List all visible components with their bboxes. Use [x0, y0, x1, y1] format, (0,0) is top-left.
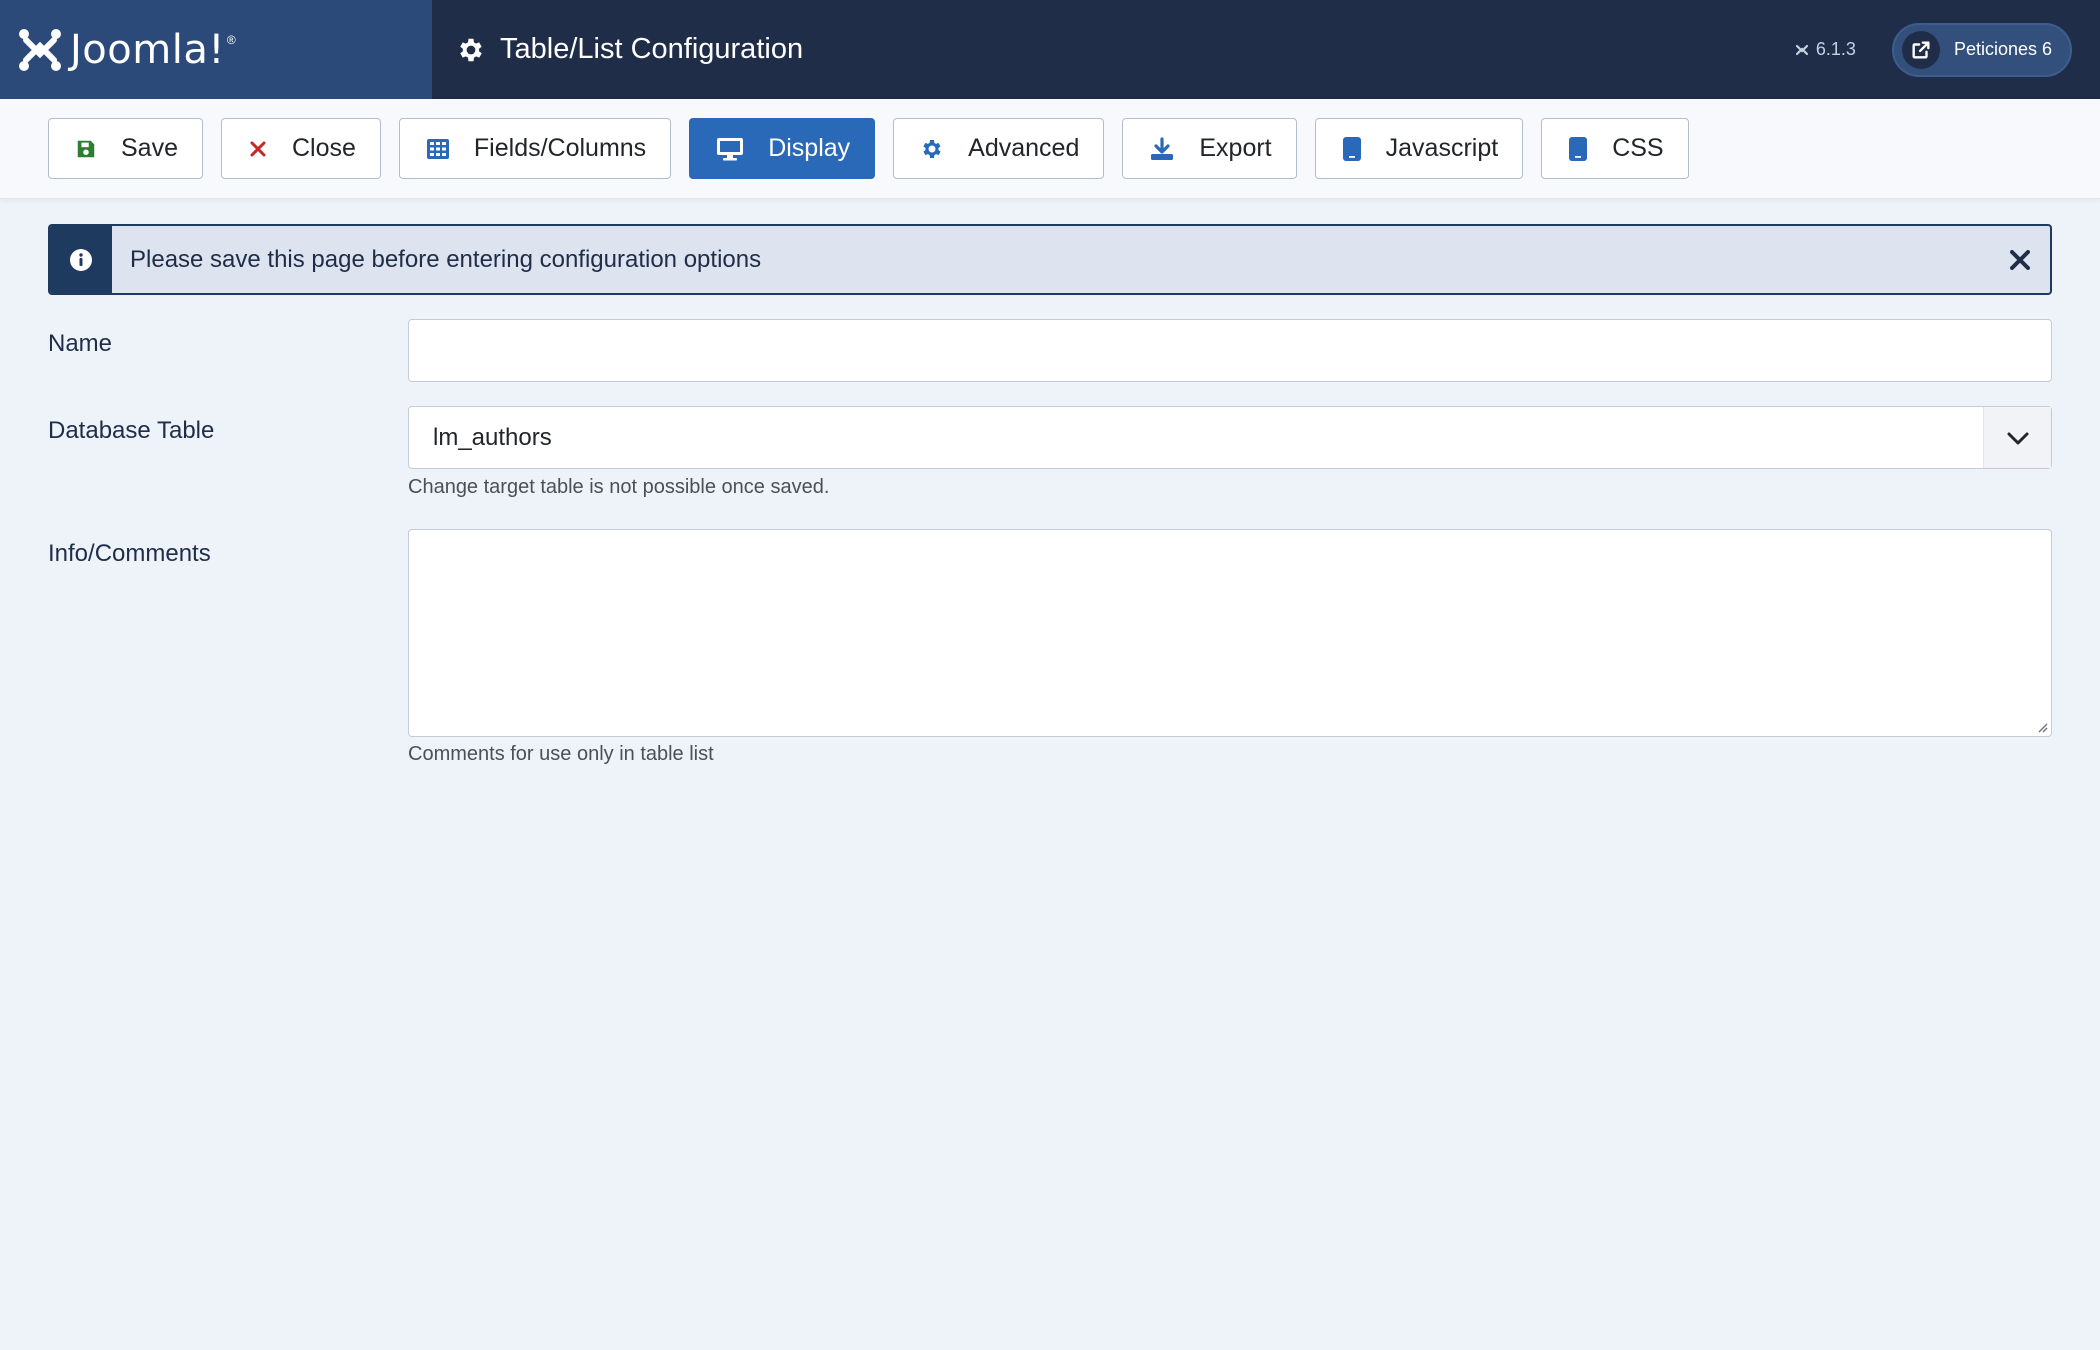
name-label: Name — [48, 330, 113, 357]
toolbar: Save Close Fields/Columns Display Advanc… — [0, 99, 2100, 199]
top-header: Joomla! ® Table/List Configuration 6.1.3… — [0, 0, 2100, 99]
page-title-area: Table/List Configuration — [456, 33, 803, 66]
gear-icon — [920, 137, 944, 161]
database-table-value: lm_authors — [433, 423, 552, 451]
display-button[interactable]: Display — [689, 118, 876, 179]
info-comments-wrap — [408, 529, 2052, 737]
save-label: Save — [121, 134, 178, 162]
close-icon — [248, 139, 268, 159]
advanced-label: Advanced — [968, 134, 1080, 162]
registered-mark: ® — [226, 32, 236, 47]
fields-columns-label: Fields/Columns — [473, 134, 647, 162]
joomla-logo[interactable]: Joomla! ® — [0, 0, 432, 99]
requests-button[interactable]: Peticiones 6 — [1891, 22, 2072, 77]
name-input[interactable] — [408, 319, 2052, 382]
requests-label: Peticiones 6 — [1953, 39, 2052, 59]
header-right: 6.1.3 Peticiones 6 — [1794, 22, 2072, 77]
javascript-button[interactable]: Javascript — [1314, 118, 1524, 179]
gear-icon — [460, 38, 482, 61]
download-icon — [1149, 136, 1175, 161]
tablet-icon — [1568, 136, 1588, 162]
info-comments-help: Comments for use only in table list — [408, 743, 714, 765]
display-label: Display — [768, 134, 851, 162]
tablet-icon — [1342, 136, 1362, 162]
advanced-button[interactable]: Advanced — [893, 118, 1105, 179]
alert-message: Please save this page before entering co… — [130, 245, 762, 273]
external-link-icon — [1901, 30, 1940, 69]
fields-columns-button[interactable]: Fields/Columns — [398, 118, 672, 179]
close-label: Close — [291, 134, 356, 162]
grid-icon — [426, 138, 450, 160]
alert-close-icon[interactable] — [2008, 248, 2032, 272]
joomla-small-icon — [1795, 44, 1808, 55]
save-icon — [75, 138, 97, 160]
export-button[interactable]: Export — [1122, 118, 1297, 179]
info-icon — [50, 226, 112, 293]
version-indicator: 6.1.3 — [1794, 39, 1856, 60]
monitor-icon — [716, 137, 744, 161]
database-table-select[interactable]: lm_authors — [408, 406, 2052, 469]
save-button[interactable]: Save — [48, 118, 203, 179]
logo-wordmark: Joomla! — [70, 26, 225, 73]
info-comments-textarea[interactable] — [408, 529, 2052, 737]
version-text: 6.1.3 — [1815, 39, 1856, 59]
css-button[interactable]: CSS — [1541, 118, 1689, 179]
export-label: Export — [1199, 134, 1272, 162]
info-alert: Please save this page before entering co… — [48, 224, 2052, 295]
css-label: CSS — [1612, 134, 1664, 162]
resize-handle-icon[interactable] — [2036, 721, 2048, 733]
database-table-help: Change target table is not possible once… — [408, 476, 830, 498]
page-title: Table/List Configuration — [500, 33, 804, 65]
info-comments-label: Info/Comments — [48, 540, 211, 567]
database-table-label: Database Table — [48, 417, 215, 444]
close-button[interactable]: Close — [220, 118, 381, 179]
joomla-mark-icon — [19, 28, 61, 71]
javascript-label: Javascript — [1385, 134, 1499, 162]
chevron-down-icon[interactable] — [1983, 407, 2051, 468]
